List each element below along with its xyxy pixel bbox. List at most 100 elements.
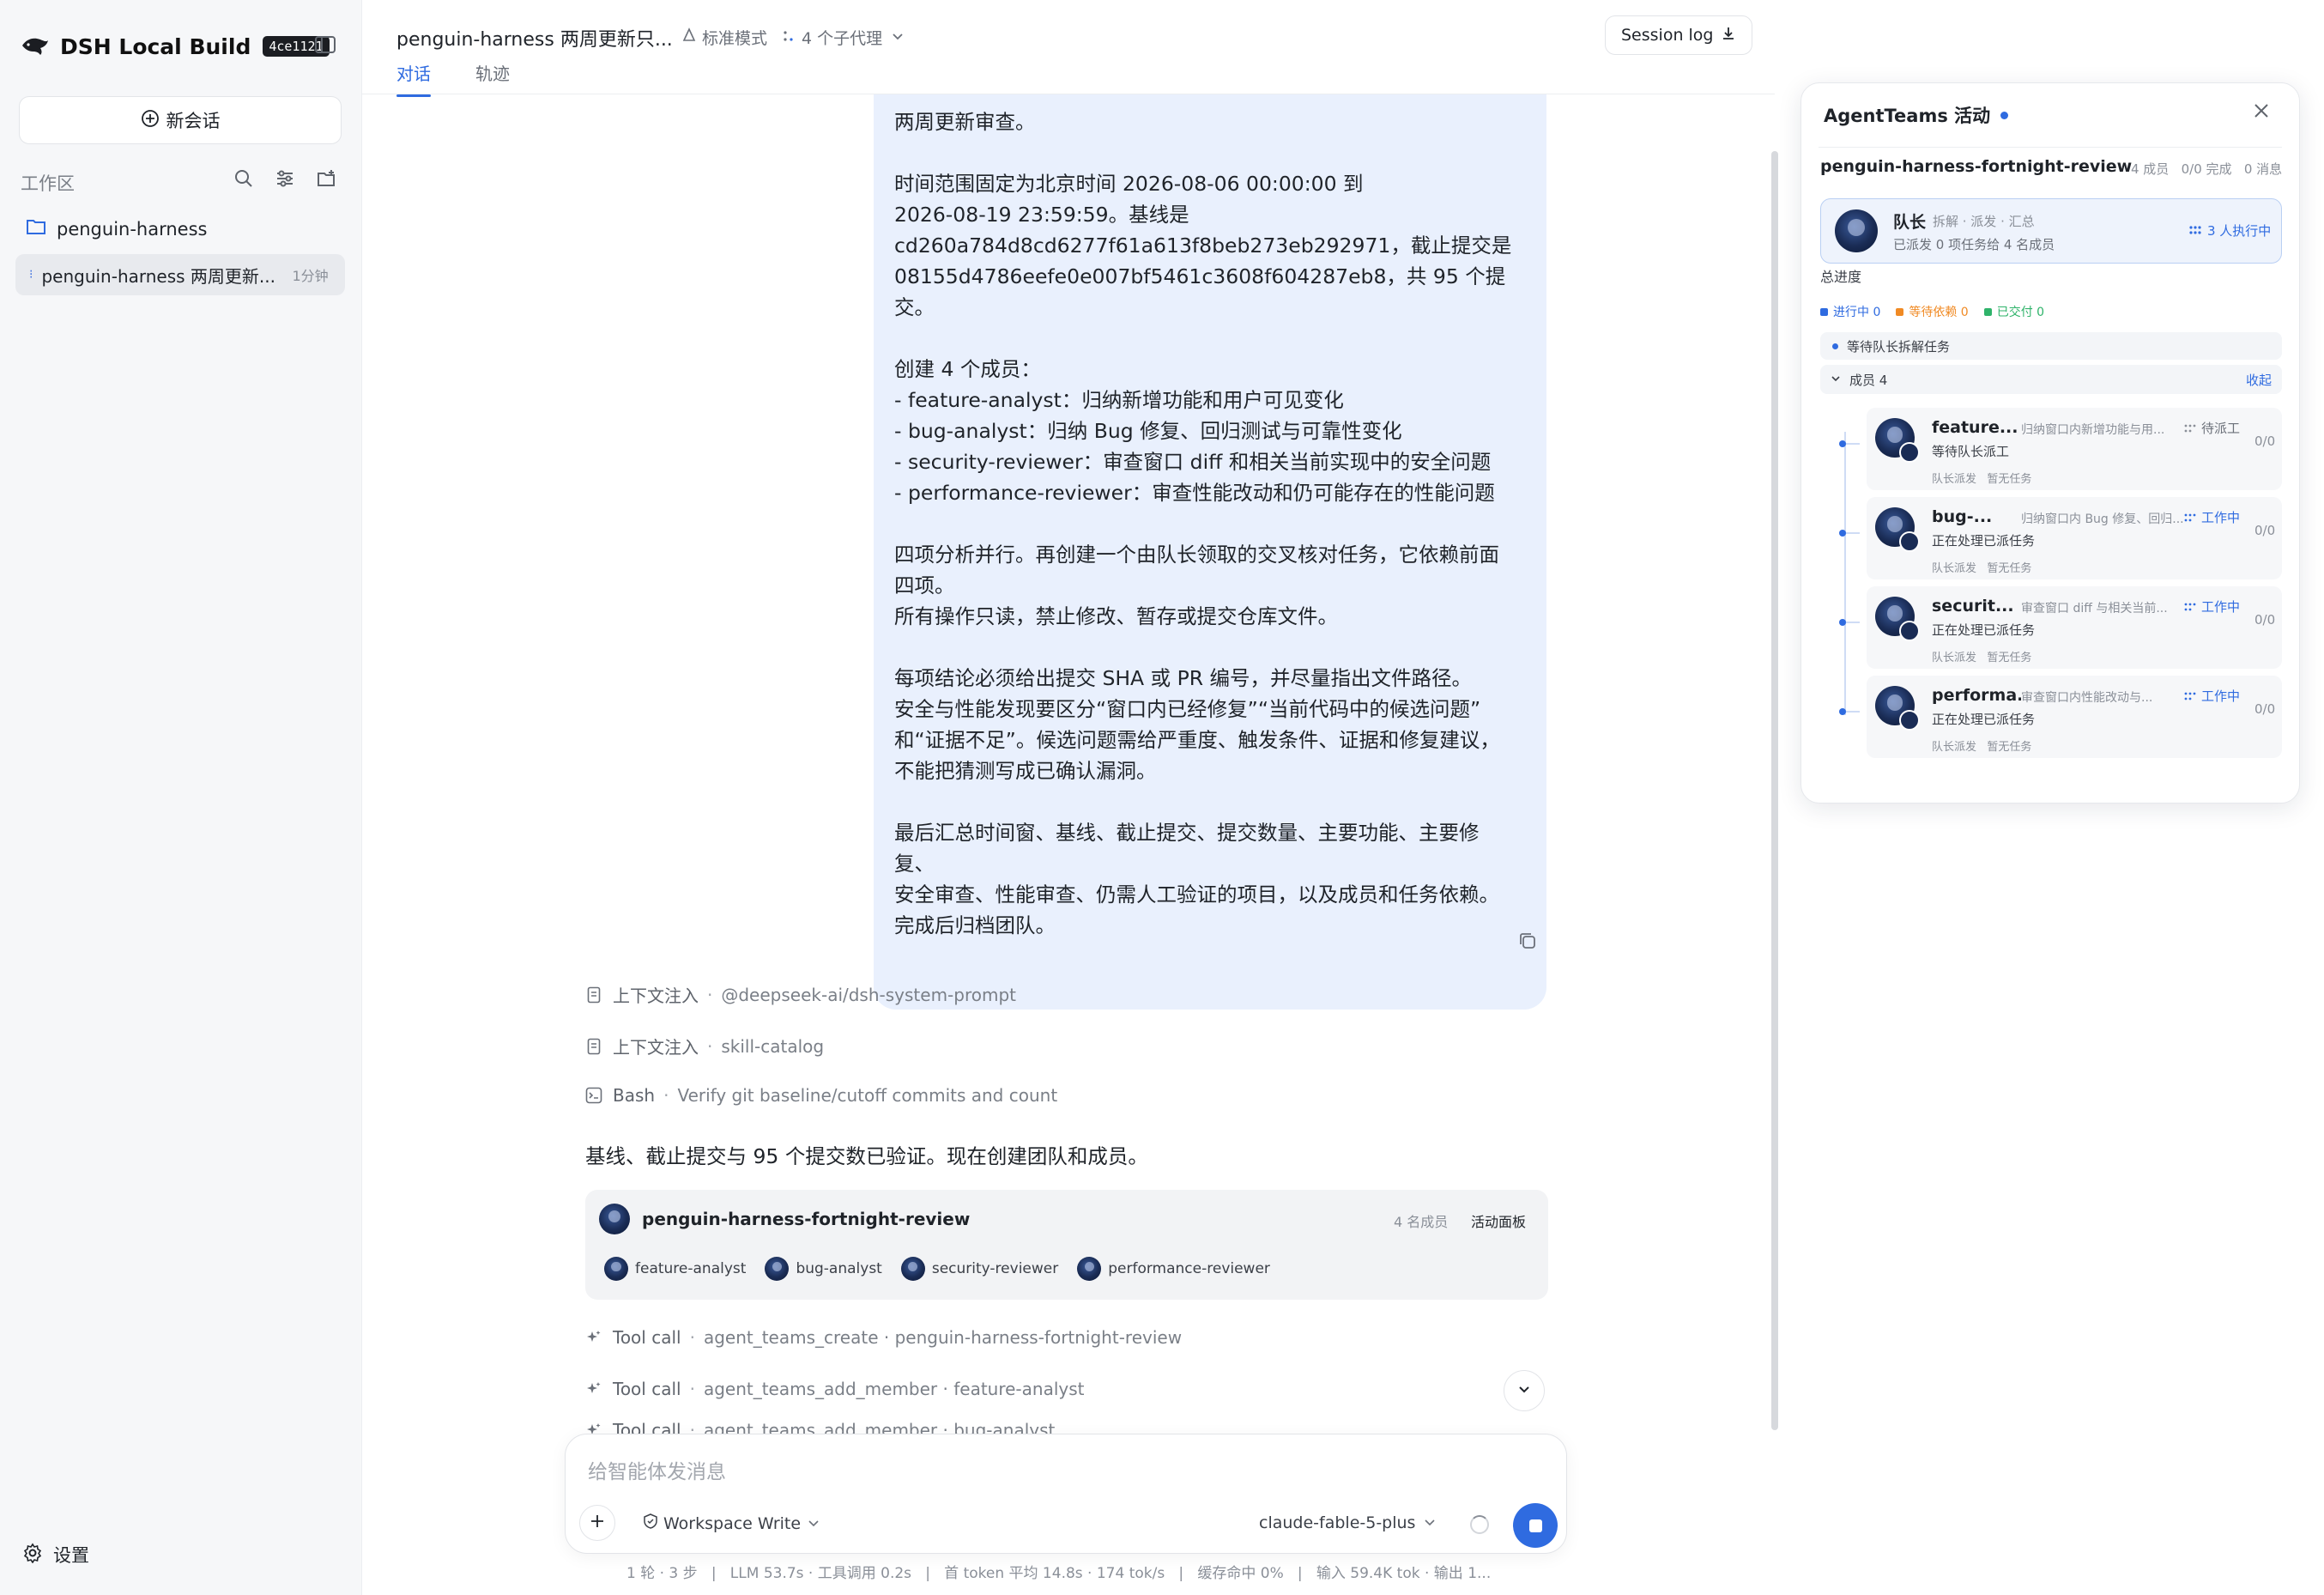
panel-title-text: AgentTeams 活动: [1824, 106, 1991, 126]
legend-label: 等待依赖 0: [1909, 306, 1969, 319]
chevron-down-icon: [1831, 372, 1841, 387]
leader-card[interactable]: 队长 拆解 · 派发 · 汇总 已派发 0 项任务给 4 名成员 3 人执行中: [1820, 198, 2282, 264]
tool-call-detail: agent_teams_add_member · bug-analyst: [703, 1420, 1056, 1434]
agents-icon: [2184, 688, 2196, 704]
member-chip[interactable]: security-reviewer: [900, 1257, 1059, 1281]
tool-call-kind: Tool call: [613, 1327, 681, 1348]
assistant-message: 基线、截止提交与 95 个提交数已验证。现在创建团队和成员。: [585, 1144, 1148, 1168]
scroll-down-button[interactable]: [1504, 1370, 1545, 1411]
panel-team-name: penguin-harness-fortnight-review: [1820, 157, 2133, 176]
step-row[interactable]: Bash · Verify git baseline/cutoff commit…: [585, 1085, 1057, 1106]
tab-chat[interactable]: 对话: [396, 60, 431, 97]
leader-running-label: 3 人执行中: [2207, 223, 2272, 239]
sparkle-icon: [585, 1329, 602, 1346]
member-badge-icon: [1899, 710, 1920, 731]
tree-node: [1839, 440, 1860, 447]
legend-item: 进行中 0: [1820, 303, 1880, 320]
member-desc: 审查窗口内性能改动与...: [2021, 691, 2153, 705]
chevron-down-icon: [808, 1514, 820, 1533]
member-status: 工作中: [2184, 508, 2240, 526]
tree-node: [1839, 530, 1860, 537]
sidebar-toggle-icon[interactable]: [314, 34, 338, 57]
doc-icon: [585, 986, 602, 1004]
message-input[interactable]: 给智能体发消息: [588, 1455, 726, 1484]
team-card[interactable]: penguin-harness-fortnight-review 4 名成员 活…: [585, 1190, 1548, 1300]
add-attachment-button[interactable]: [579, 1505, 615, 1541]
member-chip[interactable]: performance-reviewer: [1077, 1257, 1270, 1281]
step-row[interactable]: 上下文注入 · @deepseek-ai/dsh-system-prompt: [585, 982, 1016, 1007]
new-chat-button[interactable]: 新会话: [19, 96, 342, 144]
agents-label: 4 个子代理: [802, 29, 883, 48]
chat-area: 两周更新审查。 时间范围固定为北京时间 2026-08-06 00:00:00 …: [362, 94, 1775, 1434]
member-row[interactable]: bug-... 归纳窗口内 Bug 修复、回归... 工作中 0/0 正在处理已…: [1839, 497, 2282, 579]
member-status-label: 工作中: [2201, 688, 2241, 704]
status-dot-icon: [1832, 343, 1838, 349]
chat-scrollbar[interactable]: [1771, 151, 1778, 1430]
member-footer: 队长派发 暂无任务: [1932, 473, 2032, 486]
agents-icon: [2188, 223, 2202, 239]
activity-panel-link[interactable]: 活动面板: [1471, 1210, 1526, 1231]
folder-icon: [26, 218, 46, 240]
stop-button[interactable]: [1513, 1503, 1558, 1548]
team-members: feature-analyst bug-analyst security-rev…: [604, 1257, 1270, 1281]
members-header[interactable]: 成员 4 收起: [1820, 365, 2282, 394]
tab-trace[interactable]: 轨迹: [475, 60, 510, 85]
folder-item[interactable]: penguin-harness: [26, 218, 207, 240]
tool-call-row[interactable]: Tool call · agent_teams_create · penguin…: [585, 1327, 1182, 1348]
collapse-link[interactable]: 收起: [2246, 371, 2272, 389]
member-row[interactable]: securit... 审查窗口 diff 与相关当前... 工作中 0/0 正在…: [1839, 586, 2282, 669]
search-icon[interactable]: [232, 167, 256, 191]
waiting-banner: 等待队长拆解任务: [1820, 332, 2282, 360]
member-desc: 审查窗口 diff 与相关当前...: [2021, 602, 2168, 616]
members-header-label: 成员 4: [1849, 372, 1888, 388]
member-status: 待派工: [2184, 419, 2240, 437]
tool-call-kind: Tool call: [613, 1420, 681, 1434]
user-message-bubble: 两周更新审查。 时间范围固定为北京时间 2026-08-06 00:00:00 …: [874, 94, 1546, 1010]
composer: 给智能体发消息 Workspace Write claude-fable-5-p…: [565, 1434, 1567, 1554]
copy-icon[interactable]: [1517, 931, 1541, 955]
terminal-icon: [585, 1087, 602, 1104]
progress-legend: 进行中 0 等待依赖 0 已交付 0: [1820, 303, 2044, 320]
close-icon[interactable]: [2251, 100, 2275, 124]
avatar: [900, 1257, 925, 1281]
running-dots-icon: ⁝: [29, 268, 33, 282]
member-row[interactable]: performa... 审查窗口内性能改动与... 工作中 0/0 正在处理已派…: [1839, 676, 2282, 758]
model-dropdown[interactable]: claude-fable-5-plus: [1259, 1513, 1436, 1532]
model-label: claude-fable-5-plus: [1259, 1513, 1416, 1532]
step-detail: @deepseek-ai/dsh-system-prompt: [721, 984, 1017, 1005]
user-message-text: 两周更新审查。 时间范围固定为北京时间 2026-08-06 00:00:00 …: [894, 110, 1512, 937]
session-log-button[interactable]: Session log: [1605, 15, 1752, 55]
member-name: security-reviewer: [931, 1260, 1059, 1277]
filter-icon[interactable]: [273, 167, 297, 191]
member-name: performa...: [1932, 686, 2021, 705]
chevron-down-icon: [1424, 1513, 1436, 1532]
member-chip[interactable]: feature-analyst: [604, 1257, 746, 1281]
member-chip[interactable]: bug-analyst: [765, 1257, 882, 1281]
session-item[interactable]: ⁝ penguin-harness 两周更新... 1分钟: [15, 254, 345, 295]
new-folder-icon[interactable]: [314, 167, 338, 191]
folder-label: penguin-harness: [57, 218, 208, 240]
settings-button[interactable]: 设置: [22, 1542, 89, 1568]
member-row[interactable]: feature... 归纳窗口内新增功能与用... 待派工 0/0 等待队长派工…: [1839, 408, 2282, 490]
agents-icon: [783, 28, 795, 47]
divider: [1819, 147, 2282, 148]
tool-call-row[interactable]: Tool call · agent_teams_add_member · fea…: [585, 1379, 1085, 1399]
step-row[interactable]: 上下文注入 · skill-catalog: [585, 1034, 824, 1058]
chevron-down-icon: [891, 28, 905, 47]
member-name: feature-analyst: [635, 1260, 747, 1277]
new-chat-label: 新会话: [166, 111, 221, 131]
download-icon: [1721, 26, 1736, 45]
subagents-dropdown[interactable]: 4 个子代理: [783, 26, 905, 49]
progress-label: 总进度: [1820, 269, 1862, 285]
step-kind: Bash: [613, 1085, 656, 1106]
whale-logo-icon: [19, 29, 53, 64]
mode-selector[interactable]: 标准模式: [681, 26, 767, 49]
plus-circle-icon: [141, 109, 160, 132]
agents-icon: [2184, 599, 2196, 615]
permission-dropdown[interactable]: Workspace Write: [643, 1513, 820, 1533]
waiting-text: 等待队长拆解任务: [1847, 338, 1951, 355]
member-footer: 队长派发 暂无任务: [1932, 741, 2032, 754]
panel-title: AgentTeams 活动: [1824, 102, 2009, 128]
session-time: 1分钟: [292, 268, 329, 284]
tool-call-row[interactable]: Tool call · agent_teams_add_member · bug…: [585, 1420, 1055, 1434]
